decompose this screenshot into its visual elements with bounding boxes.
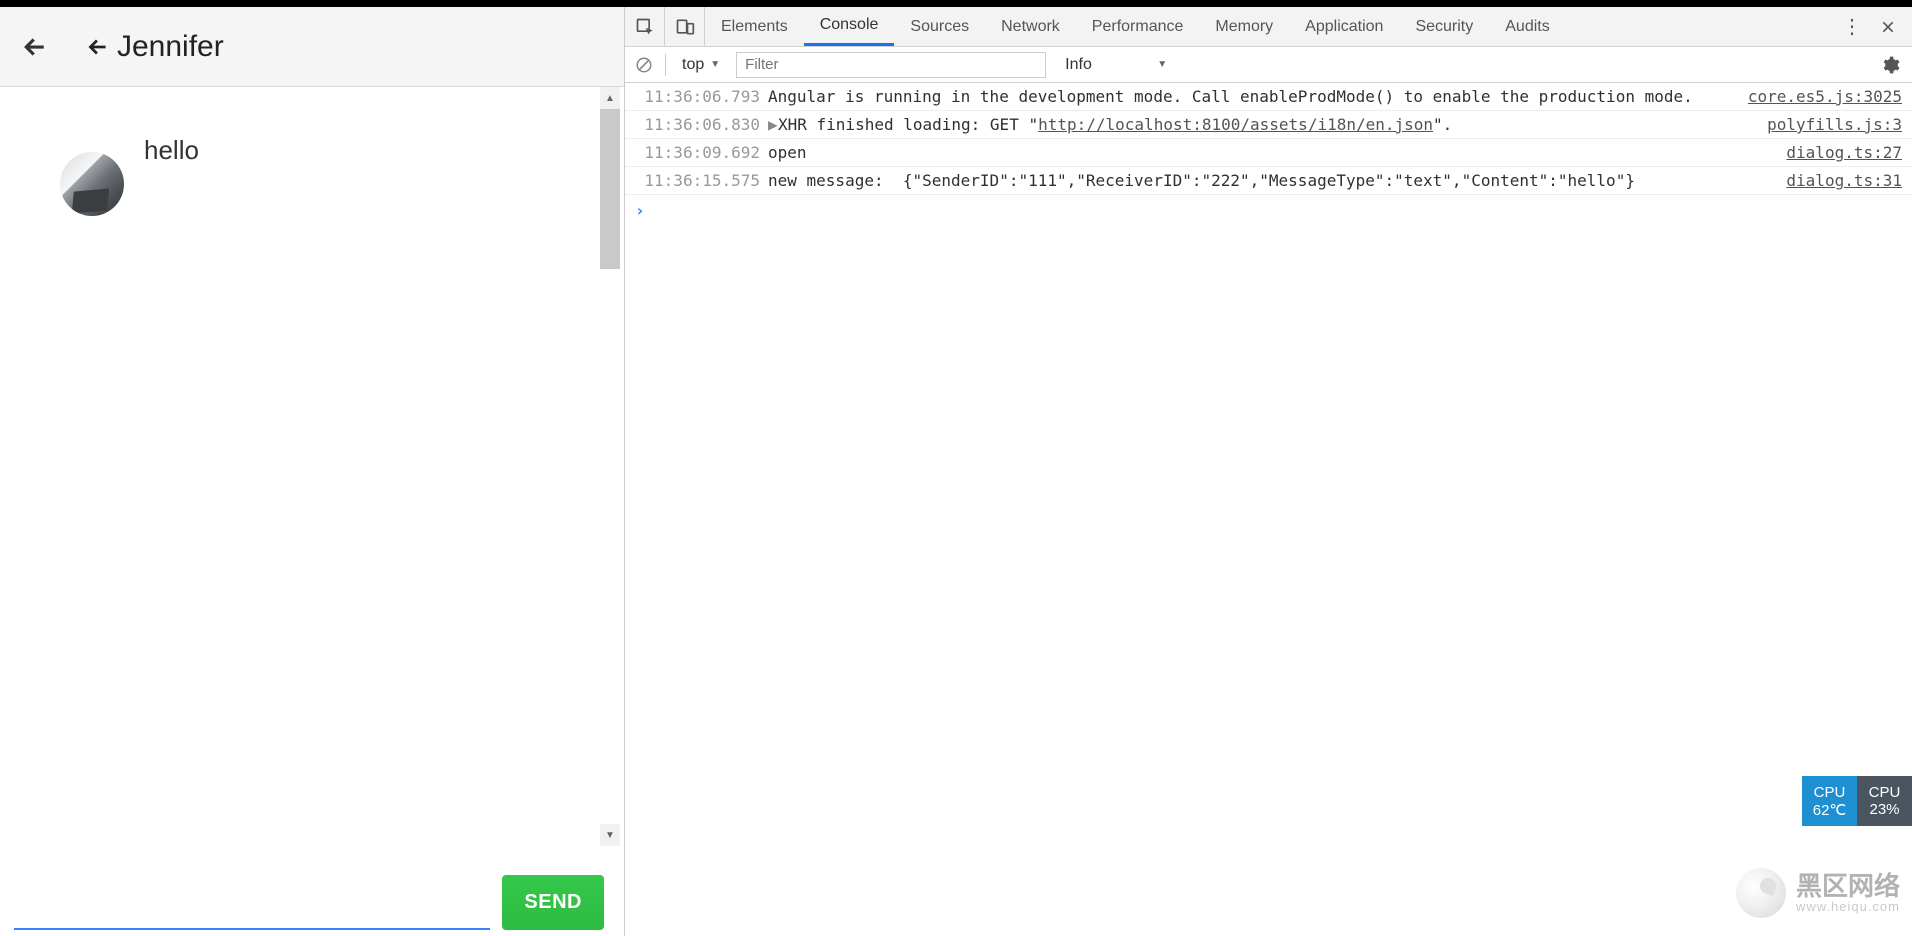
console-log-row[interactable]: 11:36:15.575 new message: {"SenderID":"11… [625, 167, 1912, 195]
cpu-temp-widget: CPU 62℃ [1802, 776, 1857, 826]
chat-scrollbar[interactable]: ▲ ▼ [600, 87, 620, 846]
console-log-row[interactable]: 11:36:09.692 open dialog.ts:27 [625, 139, 1912, 167]
device-toolbar-icon[interactable] [665, 7, 705, 46]
kebab-menu-icon[interactable]: ⋮ [1840, 15, 1864, 39]
execution-context-selector[interactable]: top ▼ [676, 56, 726, 74]
cpu-usage-widget: CPU 23% [1857, 776, 1912, 826]
log-message: ▶XHR finished loading: GET "http://local… [768, 115, 1759, 134]
context-label: top [682, 56, 704, 74]
back-arrow-icon[interactable] [20, 32, 50, 62]
expand-arrow-icon[interactable]: ▶ [768, 115, 778, 134]
level-label: Info [1065, 56, 1092, 74]
chat-input-row: SEND [0, 846, 624, 936]
watermark: 黑区网络 www.heiqu.com [1736, 868, 1900, 918]
log-message: open [768, 143, 1778, 162]
console-output[interactable]: 11:36:06.793 Angular is running in the de… [625, 83, 1912, 936]
avatar [60, 152, 124, 216]
log-timestamp: 11:36:15.575 [635, 171, 760, 190]
console-prompt[interactable]: › [625, 195, 1912, 226]
watermark-logo-icon [1736, 868, 1786, 918]
tab-network[interactable]: Network [985, 7, 1076, 46]
log-source-link[interactable]: dialog.ts:31 [1786, 171, 1902, 190]
console-settings-icon[interactable] [1880, 55, 1904, 75]
chevron-down-icon: ▼ [1157, 59, 1167, 70]
console-filter-input[interactable] [736, 52, 1046, 78]
log-level-selector[interactable]: Info ▼ [1056, 53, 1176, 77]
clear-console-icon[interactable] [633, 54, 655, 76]
scroll-up-icon[interactable]: ▲ [600, 87, 620, 109]
inspect-element-icon[interactable] [625, 7, 665, 46]
scroll-thumb[interactable] [600, 109, 620, 269]
scroll-down-icon[interactable]: ▼ [600, 824, 620, 846]
tab-memory[interactable]: Memory [1199, 7, 1289, 46]
devtools-tabs: ElementsConsoleSourcesNetworkPerformance… [625, 7, 1912, 47]
log-source-link[interactable]: dialog.ts:27 [1786, 143, 1902, 162]
cpu-widgets: CPU 62℃ CPU 23% [1802, 776, 1912, 826]
watermark-subtitle: www.heiqu.com [1796, 900, 1900, 914]
chat-contact-name: Jennifer [117, 30, 224, 64]
close-devtools-icon[interactable] [1876, 15, 1900, 39]
log-timestamp: 11:36:06.830 [635, 115, 760, 134]
message-input[interactable] [14, 892, 490, 930]
chat-header: Jennifer [0, 7, 624, 87]
send-button[interactable]: SEND [502, 875, 604, 930]
message-text: hello [144, 127, 199, 166]
chat-app: Jennifer hello ▲ ▼ SEND [0, 7, 625, 936]
log-message: new message: {"SenderID":"111","Receiver… [768, 171, 1778, 190]
chat-messages-area: hello ▲ ▼ [0, 87, 624, 846]
cpu-usage-label: CPU [1869, 784, 1901, 801]
console-log-row[interactable]: 11:36:06.830 ▶XHR finished loading: GET "… [625, 111, 1912, 139]
log-timestamp: 11:36:09.692 [635, 143, 760, 162]
tab-security[interactable]: Security [1399, 7, 1489, 46]
cpu-usage-value: 23% [1869, 801, 1899, 818]
cpu-temp-value: 62℃ [1813, 801, 1847, 819]
tab-elements[interactable]: Elements [705, 7, 804, 46]
tab-sources[interactable]: Sources [894, 7, 985, 46]
log-source-link[interactable]: polyfills.js:3 [1767, 115, 1902, 134]
devtools: ElementsConsoleSourcesNetworkPerformance… [625, 7, 1912, 936]
tab-console[interactable]: Console [804, 7, 895, 46]
tab-audits[interactable]: Audits [1489, 7, 1565, 46]
console-log-row[interactable]: 11:36:06.793 Angular is running in the de… [625, 83, 1912, 111]
chevron-down-icon: ▼ [710, 59, 720, 70]
cpu-temp-label: CPU [1814, 784, 1846, 801]
tab-performance[interactable]: Performance [1076, 7, 1200, 46]
message-row: hello [0, 87, 624, 216]
watermark-title: 黑区网络 [1796, 872, 1900, 901]
log-timestamp: 11:36:06.793 [635, 87, 760, 106]
log-source-link[interactable]: core.es5.js:3025 [1748, 87, 1902, 106]
title-back-arrow-icon[interactable] [85, 34, 111, 60]
console-toolbar: top ▼ Info ▼ [625, 47, 1912, 83]
log-link[interactable]: http://localhost:8100/assets/i18n/en.jso… [1038, 115, 1433, 134]
log-message: Angular is running in the development mo… [768, 87, 1740, 106]
tab-application[interactable]: Application [1289, 7, 1399, 46]
prompt-caret-icon: › [635, 201, 645, 220]
